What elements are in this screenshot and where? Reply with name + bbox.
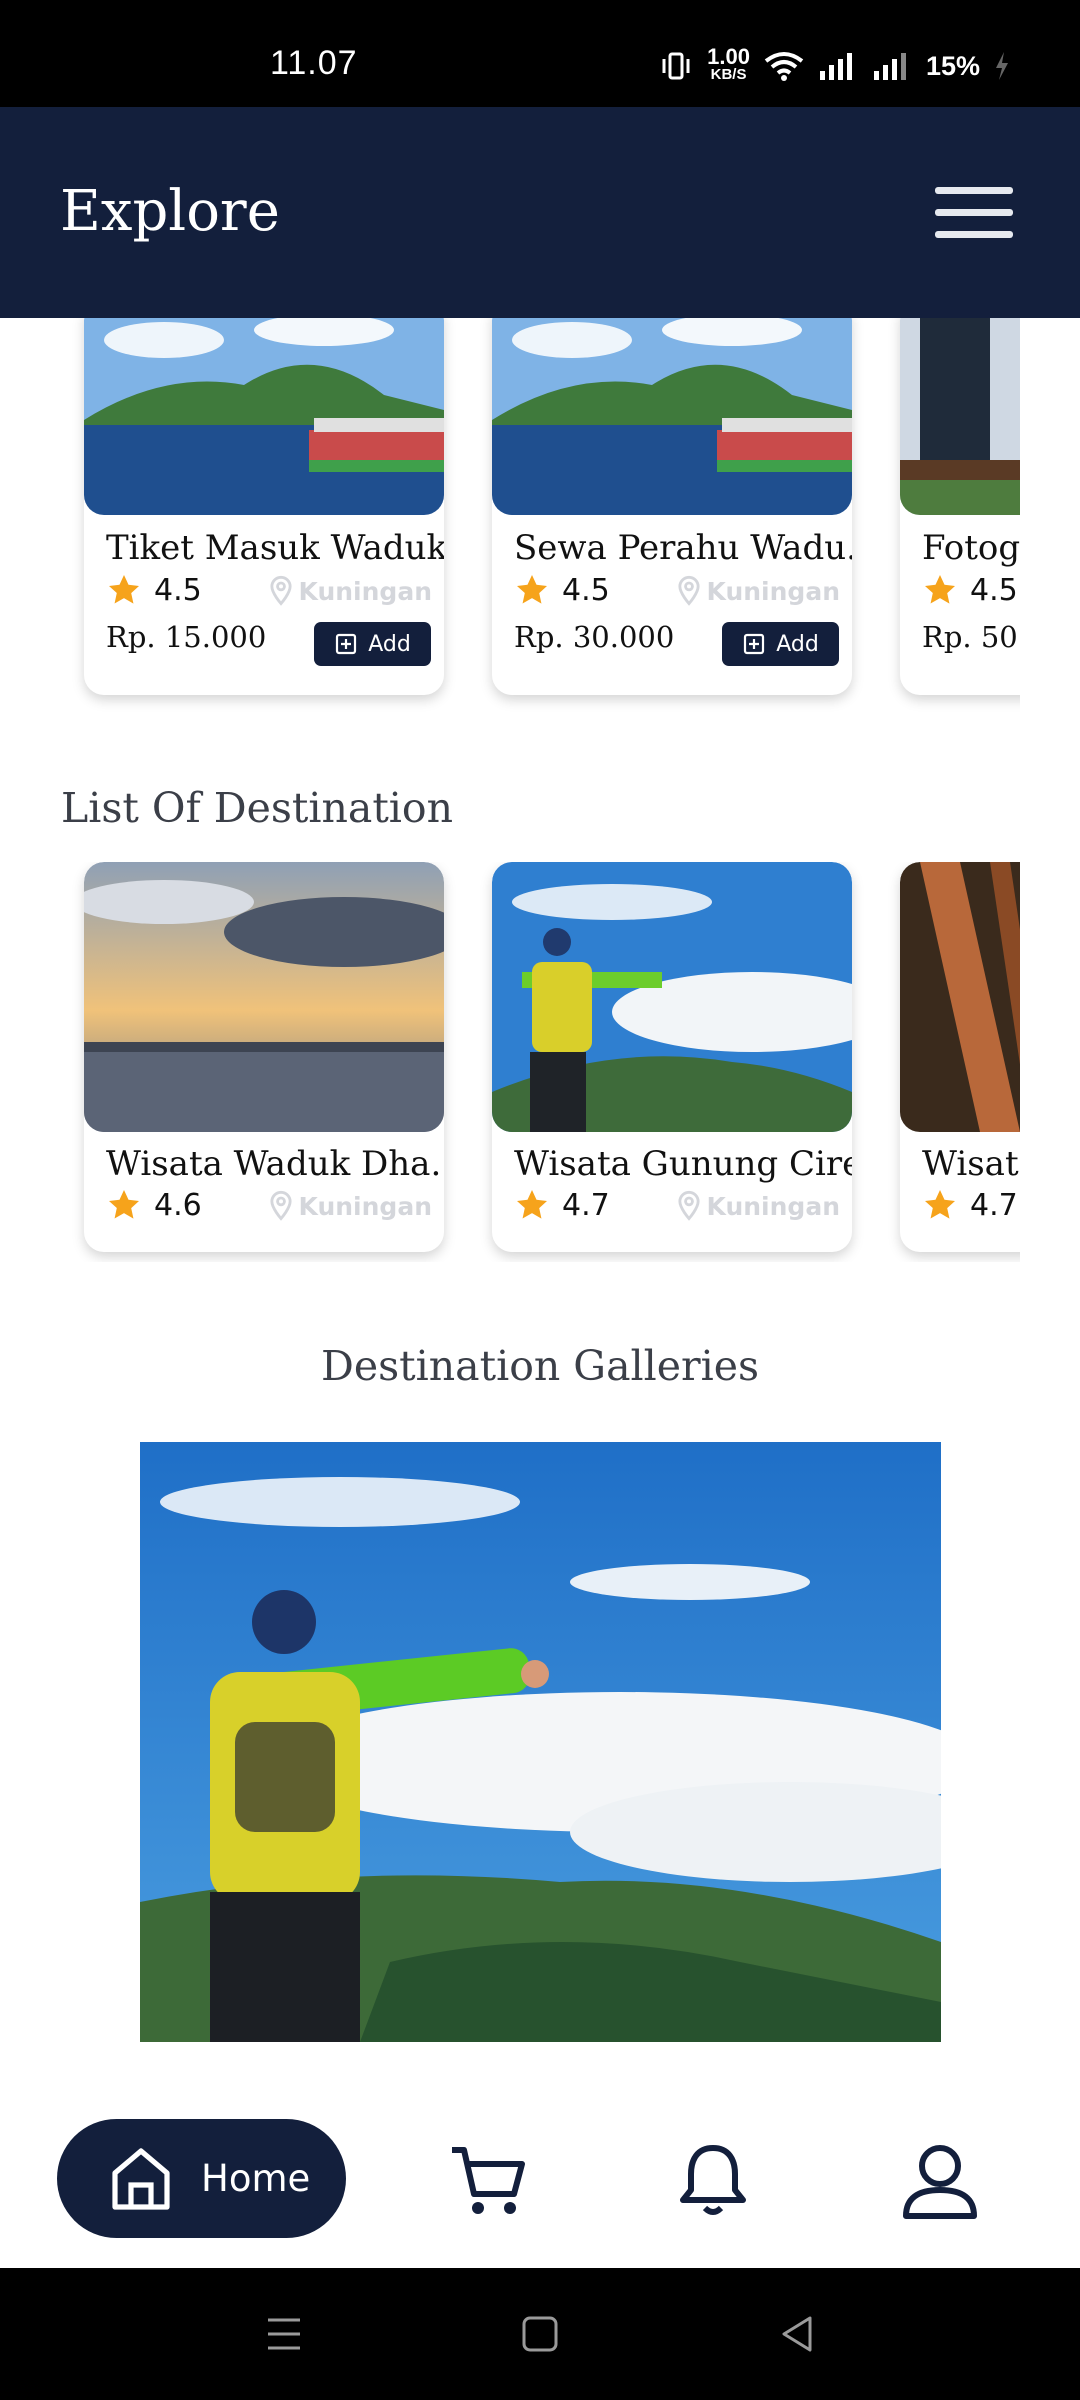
- star-icon: [925, 575, 955, 604]
- destination-title: Wisata Waduk Dha...: [106, 1144, 444, 1184]
- product-card[interactable]: Sewa Perahu Wadu... 4.5 Kuningan Rp. 30.…: [492, 300, 852, 695]
- nav-home[interactable]: Home: [57, 2119, 346, 2238]
- cart-icon[interactable]: [448, 2140, 528, 2220]
- net-speed-value: 1.00: [707, 44, 750, 69]
- star-icon: [109, 575, 139, 604]
- destination-title: Wisata: [922, 1144, 1020, 1184]
- rating: 4.7: [514, 1187, 610, 1223]
- add-button[interactable]: Add: [314, 622, 431, 666]
- add-square-icon: [744, 633, 765, 655]
- location-pin-icon: [269, 575, 292, 606]
- signal-icon-2: [873, 53, 906, 80]
- home-icon: [112, 2147, 170, 2210]
- price: Rp. 30.000: [514, 620, 675, 654]
- section-title-galleries: Destination Galleries: [320, 1342, 760, 1390]
- location: Kuningan: [675, 1190, 840, 1222]
- rating: 4.5: [514, 572, 610, 608]
- product-card[interactable]: Tiket Masuk Waduk... 4.5 Kuningan Rp. 15…: [84, 300, 444, 695]
- product-card[interactable]: Fotogr 4.5 Rp. 50.(: [900, 300, 1020, 695]
- add-label: Add: [776, 631, 819, 657]
- location-pin-icon: [269, 1190, 292, 1221]
- rating: 4.5: [922, 572, 1018, 608]
- bottom-nav: Home: [0, 2088, 1080, 2268]
- destination-card[interactable]: Wisata 4.7: [900, 862, 1020, 1252]
- rating-value: 4.5: [970, 572, 1018, 608]
- star-icon: [925, 1190, 955, 1219]
- battery-level: 15%: [925, 50, 980, 81]
- hamburger-menu-icon: [935, 187, 1013, 194]
- rating-value: 4.6: [154, 1187, 202, 1223]
- status-icons: 1.00 KB/S 15%: [659, 44, 1010, 84]
- star-icon: [517, 1190, 547, 1219]
- location-label: Kuningan: [706, 576, 840, 606]
- product-image: [492, 300, 852, 515]
- price: Rp. 50.(: [922, 620, 1020, 654]
- product-title: Fotogr: [922, 528, 1020, 568]
- nav-home-label: Home: [201, 2157, 311, 2200]
- vibrate-icon: [662, 52, 690, 80]
- page-title: Explore: [60, 179, 280, 244]
- rating-value: 4.5: [154, 572, 202, 608]
- system-nav-bar: [0, 2268, 1080, 2400]
- rating: 4.7: [922, 1187, 1018, 1223]
- net-speed: 1.00 KB/S: [707, 44, 750, 84]
- wifi-icon: [764, 52, 804, 81]
- product-image: [84, 300, 444, 515]
- destination-image: [492, 862, 852, 1132]
- location-pin-icon: [677, 1190, 700, 1221]
- home-button-icon[interactable]: [518, 2312, 562, 2356]
- destination-row[interactable]: Wisata Waduk Dha... 4.6 Kuningan Wisata …: [0, 862, 1020, 1262]
- charging-icon: [996, 52, 1008, 80]
- price: Rp. 15.000: [106, 620, 267, 654]
- profile-icon[interactable]: [900, 2140, 980, 2220]
- menu-line: [935, 209, 1013, 216]
- net-speed-unit: KB/S: [710, 66, 747, 83]
- destination-title: Wisata Gunung Cire...: [514, 1144, 852, 1184]
- location-label: Kuningan: [706, 1191, 840, 1221]
- location-label: Kuningan: [298, 576, 432, 606]
- section-title-destinations: List Of Destination: [61, 784, 454, 832]
- location-label: Kuningan: [298, 1191, 432, 1221]
- menu-line: [935, 231, 1013, 238]
- rating-value: 4.7: [970, 1187, 1018, 1223]
- destination-card[interactable]: Wisata Waduk Dha... 4.6 Kuningan: [84, 862, 444, 1252]
- destination-image: [900, 862, 1020, 1132]
- back-icon[interactable]: [776, 2312, 820, 2356]
- location: Kuningan: [675, 575, 840, 607]
- star-icon: [109, 1190, 139, 1219]
- product-title: Tiket Masuk Waduk...: [106, 528, 444, 568]
- product-image: [900, 300, 1020, 515]
- product-row[interactable]: Tiket Masuk Waduk... 4.5 Kuningan Rp. 15…: [0, 300, 1020, 720]
- add-label: Add: [368, 631, 411, 657]
- star-icon: [517, 575, 547, 604]
- app-header: Explore: [0, 107, 1080, 318]
- location-pin-icon: [677, 575, 700, 606]
- add-button[interactable]: Add: [722, 622, 839, 666]
- destination-card[interactable]: Wisata Gunung Cire... 4.7 Kuningan: [492, 862, 852, 1252]
- rating: 4.6: [106, 1187, 202, 1223]
- rating-value: 4.7: [562, 1187, 610, 1223]
- rating: 4.5: [106, 572, 202, 608]
- bell-icon[interactable]: [673, 2140, 753, 2220]
- location: Kuningan: [267, 1190, 432, 1222]
- recent-apps-icon[interactable]: [262, 2312, 306, 2356]
- rating-value: 4.5: [562, 572, 610, 608]
- status-time: 11.07: [270, 44, 358, 82]
- location: Kuningan: [267, 575, 432, 607]
- menu-button[interactable]: [935, 183, 1013, 243]
- signal-icon: [819, 53, 852, 80]
- status-bar: 11.07 1.00 KB/S 15%: [0, 0, 1080, 107]
- gallery-image[interactable]: [140, 1442, 941, 2042]
- add-square-icon: [336, 633, 357, 655]
- destination-image: [84, 862, 444, 1132]
- product-title: Sewa Perahu Wadu...: [514, 528, 852, 568]
